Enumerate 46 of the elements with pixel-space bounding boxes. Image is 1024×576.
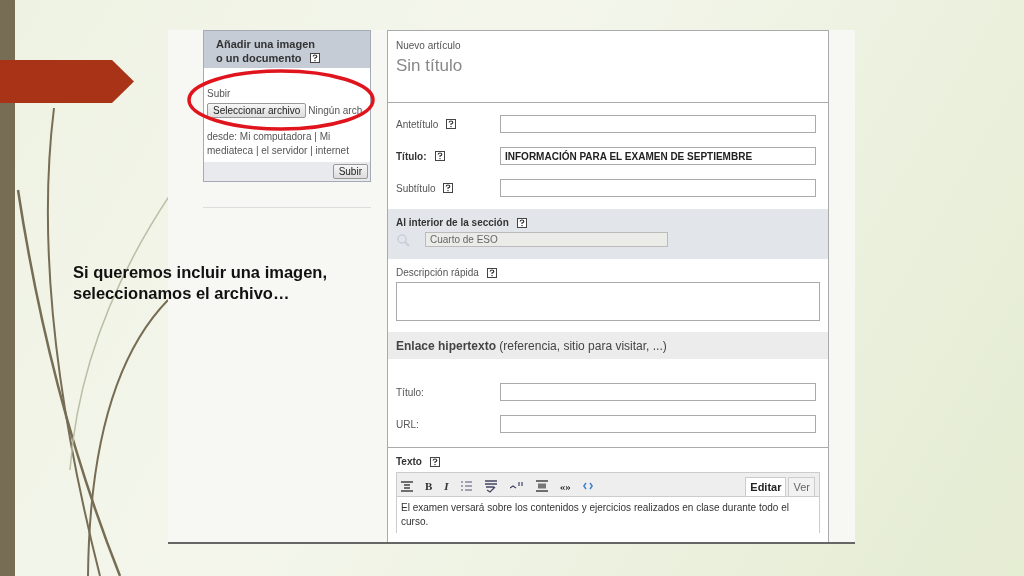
field-label: Antetítulo: [396, 118, 439, 130]
text-field[interactable]: [500, 415, 816, 433]
help-icon[interactable]: [516, 217, 527, 228]
arrow-banner-icon: [0, 60, 134, 103]
upload-label: Subir: [207, 88, 232, 99]
field-label: URL:: [396, 418, 419, 430]
italic-button[interactable]: I: [444, 476, 449, 496]
help-icon[interactable]: [309, 53, 320, 63]
text-editor[interactable]: El examen versará sobre los contenidos y ejercicios realizados en clase durante todo el curso.: [397, 496, 819, 533]
align-icon[interactable]: [401, 480, 413, 492]
help-icon[interactable]: [446, 119, 457, 129]
section-heading: Enlace hipertexto (referencia, sitio para visitar, ...): [396, 338, 667, 353]
editor-tab[interactable]: Editar: [745, 477, 787, 496]
field-label: Subtítulo: [396, 182, 436, 194]
editor-tab[interactable]: Ver: [788, 477, 815, 496]
spellcheck-icon[interactable]: [483, 479, 498, 493]
text-field[interactable]: [500, 383, 816, 401]
upload-button[interactable]: Subir: [332, 164, 368, 179]
panel-title: o un documento: [216, 52, 302, 64]
text-field[interactable]: INFORMACIÓN PARA EL EXAMEN DE SEPTIEMBRE: [500, 147, 816, 165]
panel-title: Añadir una imagen: [216, 38, 316, 50]
text-field[interactable]: [500, 179, 816, 197]
kicker-text: Nuevo artículo: [396, 40, 462, 51]
help-icon[interactable]: [486, 267, 497, 278]
block-icon[interactable]: [535, 480, 548, 492]
bold-button[interactable]: B: [425, 476, 433, 496]
code-icon[interactable]: [582, 482, 593, 490]
field-label: Descripción rápida: [396, 267, 479, 278]
quote-button[interactable]: «»: [559, 476, 571, 496]
article-title: Sin título: [396, 56, 464, 76]
text-field[interactable]: [500, 115, 816, 133]
field-label: Título:: [396, 386, 424, 398]
description-field[interactable]: [396, 282, 820, 321]
field-label: Texto: [396, 456, 422, 467]
help-icon[interactable]: [429, 456, 440, 467]
footnote-icon[interactable]: [509, 481, 524, 491]
section-label: Al interior de la sección: [396, 217, 509, 228]
field-label: Título:: [396, 150, 427, 162]
section-field[interactable]: Cuarto de ESO: [425, 232, 668, 247]
search-icon: [396, 232, 410, 247]
choose-file-button[interactable]: Seleccionar archivo: [207, 103, 307, 118]
source-links[interactable]: desde: Mi computadora | Mi mediateca | el servidor | internet: [207, 130, 367, 158]
help-icon[interactable]: [443, 183, 454, 193]
file-status: Ningún arch: [308, 105, 363, 116]
caption-text: Si queremos incluir una imagen, seleccionamos el archivo…: [73, 262, 328, 304]
help-icon[interactable]: [434, 151, 445, 161]
